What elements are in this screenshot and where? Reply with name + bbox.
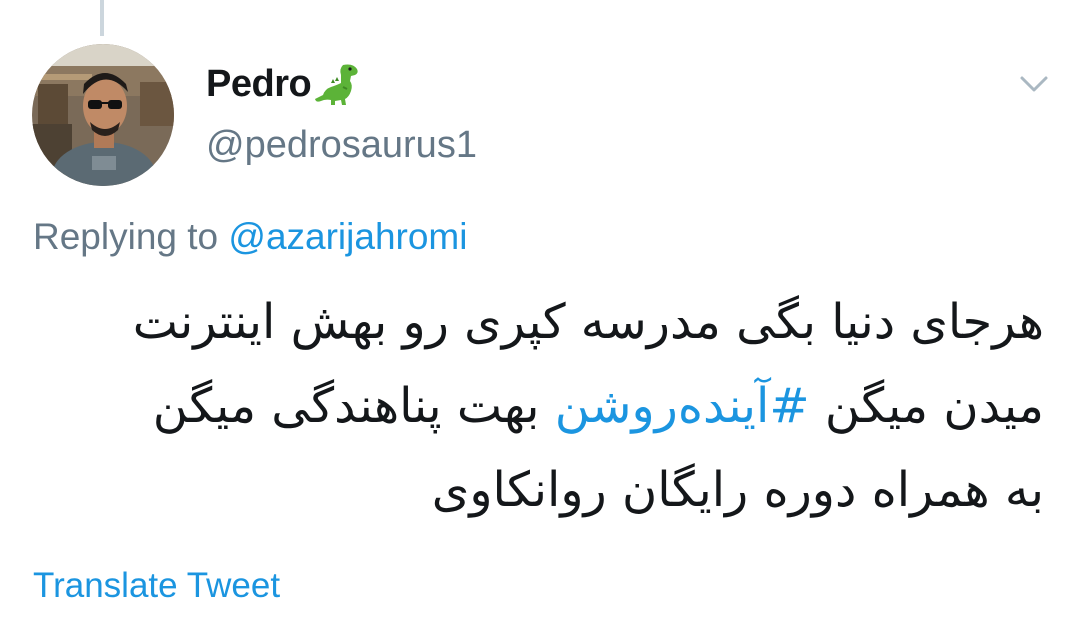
tweet-text: هرجای دنیا بگی مدرسه کپری رو بهش اینترنت… [34, 280, 1044, 532]
replying-to-label: Replying to [33, 216, 229, 257]
tweet-line-1: هرجای دنیا بگی مدرسه کپری رو بهش اینترنت [132, 294, 1044, 350]
chevron-down-icon[interactable] [1016, 66, 1052, 102]
tweet-line-2-start: میدن میگن [809, 378, 1044, 434]
replying-to-line: Replying to @azarijahromi [33, 216, 467, 258]
dinosaur-icon [315, 64, 358, 105]
avatar-photo [32, 44, 174, 186]
translate-tweet-link[interactable]: Translate Tweet [33, 566, 280, 606]
hashtag-link[interactable]: #آینده‌روشن [555, 378, 810, 434]
replying-to-handle-link[interactable]: @azarijahromi [228, 216, 467, 257]
thread-connector-line [100, 0, 104, 36]
tweet-line-3: به همراه دوره رایگان روانکاوی [431, 462, 1044, 518]
tweet-line-2-end: بهت پناهندگی میگن [152, 378, 555, 434]
tweet-line-2: میدن میگن #آینده‌روشن بهت پناهندگی میگن [34, 364, 1044, 448]
avatar[interactable] [32, 44, 174, 186]
author-name-row[interactable]: Pedro [206, 56, 363, 112]
author-handle[interactable]: @pedrosaurus1 [206, 124, 477, 167]
display-name[interactable]: Pedro [206, 63, 312, 106]
